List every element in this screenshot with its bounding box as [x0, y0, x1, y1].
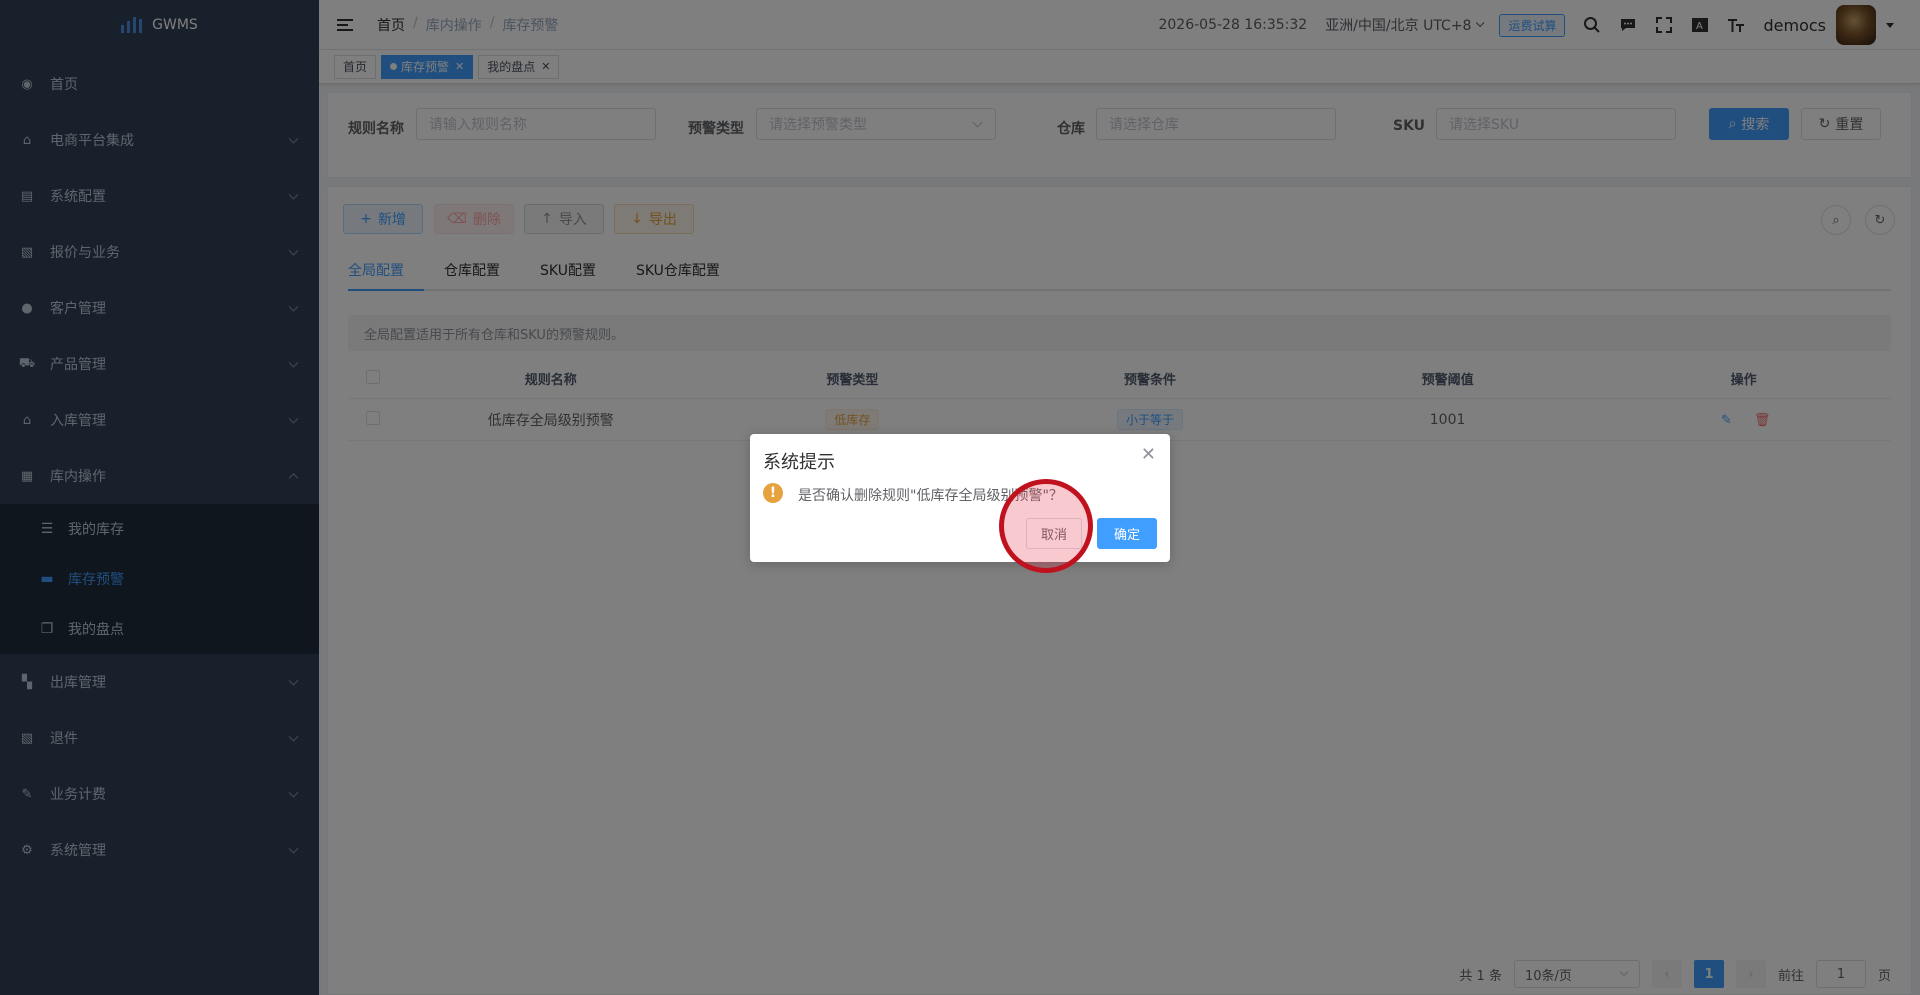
close-icon[interactable]: ✕: [1141, 444, 1156, 465]
cancel-button[interactable]: 取消: [1026, 518, 1082, 549]
warning-icon: !: [763, 483, 783, 503]
dialog-message: 是否确认删除规则"低库存全局级别预警"？: [798, 488, 1063, 504]
confirm-dialog: 系统提示 ✕ ! 是否确认删除规则"低库存全局级别预警"？ 取消 确定: [750, 434, 1170, 562]
dialog-title: 系统提示: [763, 452, 835, 473]
confirm-button[interactable]: 确定: [1097, 518, 1157, 549]
